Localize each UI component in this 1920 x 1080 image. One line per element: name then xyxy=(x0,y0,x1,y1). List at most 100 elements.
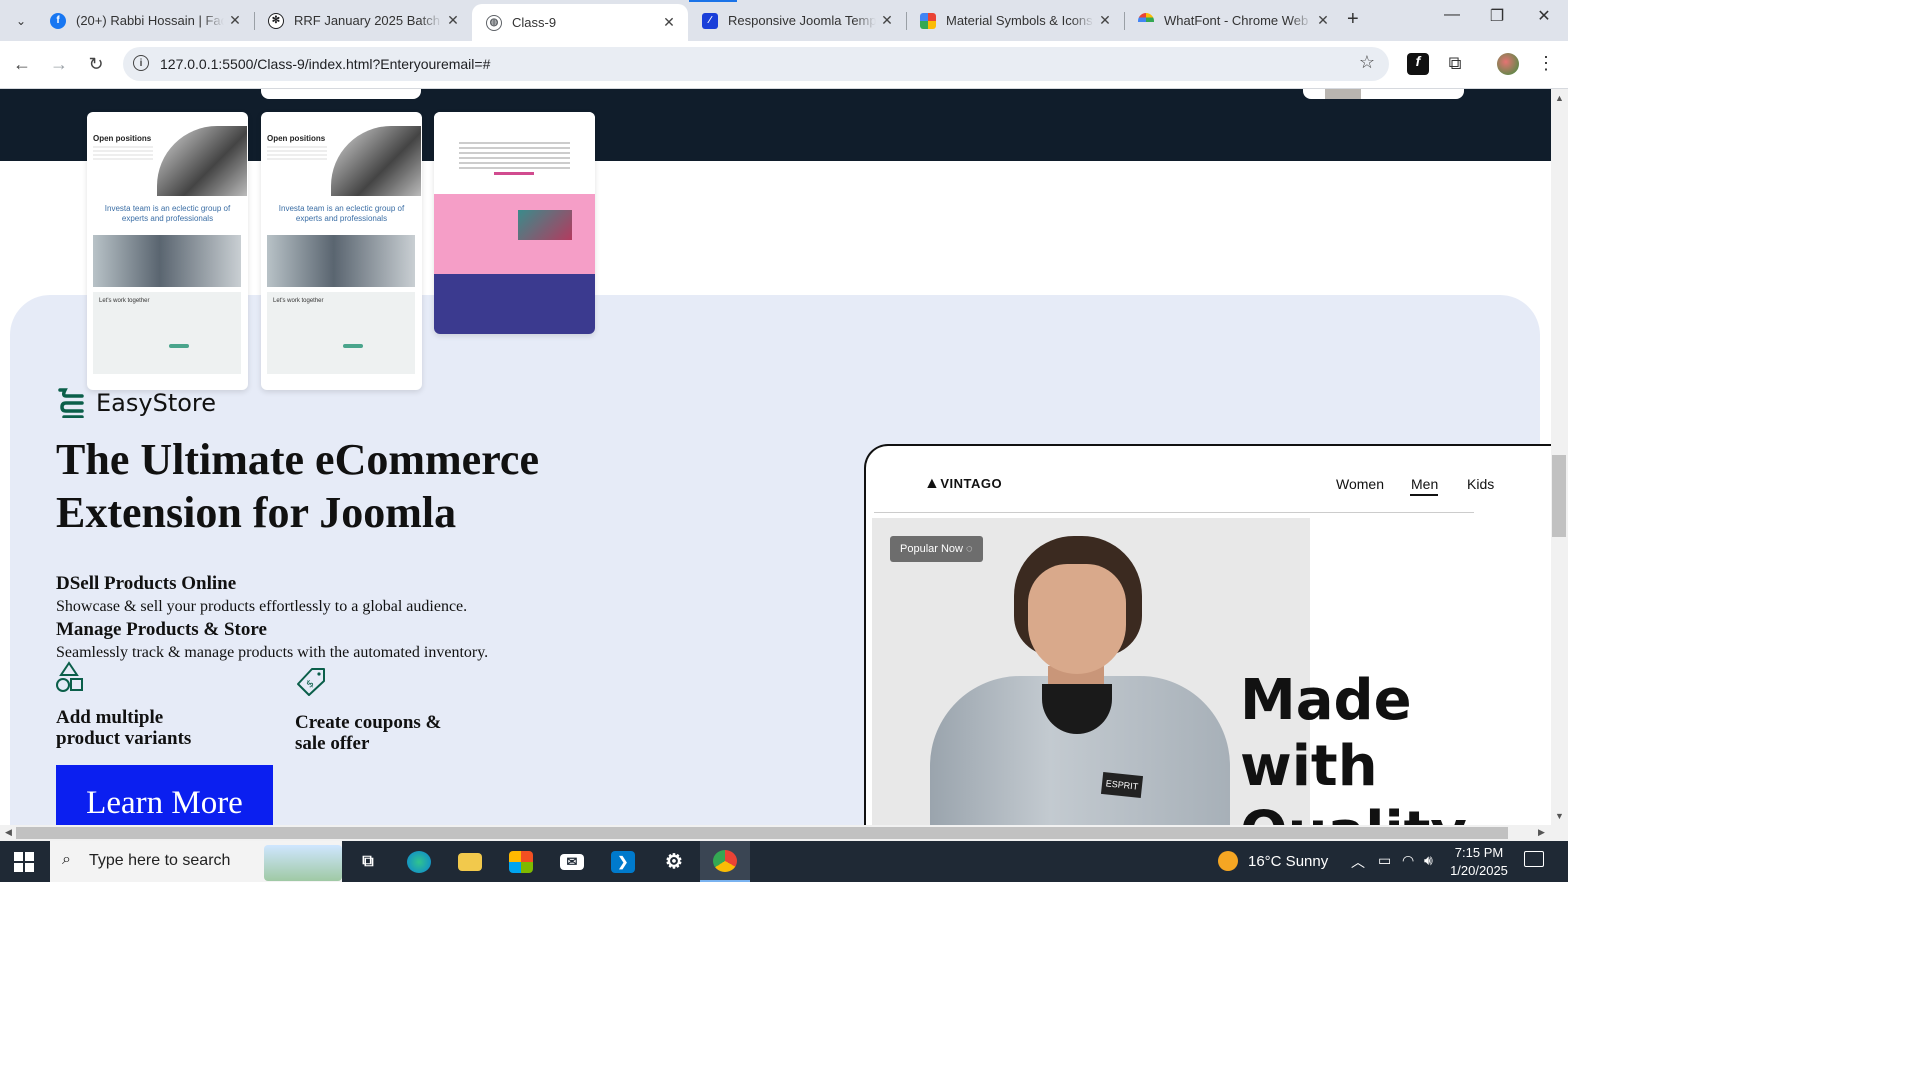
scroll-right-icon[interactable]: ▶ xyxy=(1538,827,1545,838)
scroll-down-icon[interactable]: ▼ xyxy=(1551,811,1568,821)
scrollbar-thumb[interactable] xyxy=(16,827,1508,839)
feature-description: Seamlessly track & manage products with … xyxy=(56,644,489,661)
forward-button[interactable]: → xyxy=(46,51,72,77)
tab-facebook[interactable]: f (20+) Rabbi Hossain | Facebook ✕ xyxy=(36,4,254,37)
template-thumbnail-pink[interactable] xyxy=(434,112,595,334)
scroll-left-icon[interactable]: ◀ xyxy=(5,827,12,838)
clock-time: 7:15 PM xyxy=(1454,845,1504,860)
close-icon[interactable]: ✕ xyxy=(1094,12,1116,29)
page-title: The Ultimate eCommerce Extension for Joo… xyxy=(56,435,539,537)
reload-icon: ↻ xyxy=(88,54,104,74)
scroll-up-icon[interactable]: ▲ xyxy=(1551,93,1568,103)
template-card-peek xyxy=(1303,89,1464,99)
tag-icon: $ xyxy=(297,668,325,696)
shapes-icon xyxy=(56,661,83,692)
tab-search-button[interactable]: ⌄ xyxy=(8,8,34,34)
restore-button[interactable]: ❐ xyxy=(1482,6,1512,26)
rainbow-icon xyxy=(1138,13,1154,22)
close-icon[interactable]: ✕ xyxy=(224,12,246,29)
more-menu-icon[interactable]: ⋮ xyxy=(1535,53,1557,75)
chevron-down-icon: ⌄ xyxy=(15,14,27,28)
vertical-scrollbar[interactable]: ▲ ▼ xyxy=(1551,89,1568,825)
tab-strip: ⌄ f (20+) Rabbi Hossain | Facebook ✕ ✻ R… xyxy=(0,0,1568,41)
file-explorer-icon[interactable] xyxy=(445,841,495,882)
jacket-badge: ESPRIT xyxy=(1100,771,1144,799)
taskbar-search-input[interactable]: ⌕ Type here to search xyxy=(50,841,342,882)
microsoft-store-icon[interactable] xyxy=(496,841,546,882)
sun-icon xyxy=(1218,851,1238,871)
close-window-button[interactable]: ✕ xyxy=(1529,6,1559,26)
chevron-up-icon[interactable]: ︿ xyxy=(1351,852,1365,872)
notification-icon[interactable] xyxy=(1524,851,1544,867)
close-icon[interactable]: ✕ xyxy=(1312,12,1334,29)
close-icon[interactable]: ✕ xyxy=(442,12,464,29)
arrow-left-icon: ← xyxy=(13,54,31,74)
tab-rrf-class[interactable]: ✻ RRF January 2025 Batch Class ✕ xyxy=(254,4,472,37)
tab-title: (20+) Rabbi Hossain | Facebook xyxy=(76,13,224,28)
search-placeholder: Type here to search xyxy=(89,852,231,869)
reload-button[interactable]: ↻ xyxy=(83,51,109,77)
weather-widget[interactable]: 16°C Sunny xyxy=(1218,851,1328,871)
mockup-nav-men: Men xyxy=(1411,476,1439,492)
tab-title: Class-9 xyxy=(512,15,557,30)
address-bar[interactable]: i 127.0.0.1:5500/Class-9/index.html?Ente… xyxy=(123,47,1389,81)
info-icon[interactable]: i xyxy=(133,55,149,71)
template-thumbnail-investa[interactable]: Open positions Investa team is an eclect… xyxy=(87,112,248,390)
task-view-icon[interactable]: ⧉ xyxy=(343,841,393,882)
tab-class-9[interactable]: ◍ Class-9 ✕ xyxy=(472,4,688,41)
template-card-peek xyxy=(261,89,421,99)
mail-icon[interactable]: ✉ xyxy=(547,841,597,882)
windows-taskbar: ⌕ Type here to search ⧉ ✉ ❯ ⚙ 16°C Sunny… xyxy=(0,841,1568,882)
mockup-nav-women: Women xyxy=(1336,476,1384,492)
whatfont-extension-icon[interactable]: f xyxy=(1407,53,1429,75)
horizontal-scrollbar[interactable]: ◀ ▶ xyxy=(0,825,1551,841)
easystore-logo: EasyStore xyxy=(56,388,216,418)
thumbnail-text: Investa team is an eclectic group of exp… xyxy=(278,204,405,223)
clock-date: 1/20/2025 xyxy=(1450,863,1508,878)
new-tab-button[interactable]: + xyxy=(1347,8,1359,31)
tab-material-symbols[interactable]: Material Symbols & Icons - Google Fonts … xyxy=(906,4,1124,37)
feature-description: Showcase & sell your products effortless… xyxy=(56,598,468,615)
feature-variants: Add multiple product variants xyxy=(56,707,192,749)
windows-start-icon[interactable] xyxy=(14,852,34,872)
vintago-logo: ▲VINTAGO xyxy=(924,475,1003,492)
bookmark-star-icon[interactable]: ☆ xyxy=(1359,52,1375,73)
popular-now-tag: Popular Now ◌ xyxy=(890,536,983,562)
url-text[interactable]: 127.0.0.1:5500/Class-9/index.html?Entery… xyxy=(160,56,490,72)
chrome-icon[interactable] xyxy=(700,841,750,882)
minimize-button[interactable]: — xyxy=(1437,6,1467,24)
edge-icon[interactable] xyxy=(394,841,444,882)
minimize-icon: — xyxy=(1444,6,1460,23)
avatar[interactable] xyxy=(1497,53,1519,75)
brand-name: EasyStore xyxy=(96,389,217,417)
wifi-icon[interactable]: ◠ xyxy=(1402,852,1414,869)
extensions-puzzle-icon[interactable]: ⧉ xyxy=(1444,53,1466,75)
tab-title: Material Symbols & Icons - Google Fonts xyxy=(946,13,1094,28)
close-icon[interactable]: ✕ xyxy=(658,14,680,31)
google-fonts-icon xyxy=(920,12,936,29)
facebook-icon: f xyxy=(50,12,66,29)
template-thumbnail-investa[interactable]: Open positions Investa team is an eclect… xyxy=(261,112,422,390)
close-icon: ✕ xyxy=(1537,8,1551,25)
feature-title: DSell Products Online xyxy=(56,573,237,594)
tab-title: WhatFont - Chrome Web Store xyxy=(1164,13,1312,28)
battery-icon[interactable]: ▭ xyxy=(1378,852,1391,869)
tab-joomla-templates[interactable]: ∕ Responsive Joomla Templates ✕ xyxy=(688,4,906,37)
back-button[interactable]: ← xyxy=(9,51,35,77)
store-mockup-image: ▲VINTAGO Women Men Kids ESPRIT Popular N… xyxy=(864,444,1551,825)
close-icon[interactable]: ✕ xyxy=(876,12,898,29)
learn-more-button[interactable]: Learn More xyxy=(56,765,273,825)
settings-gear-icon[interactable]: ⚙ xyxy=(649,841,699,882)
feature-coupons: Create coupons & sale offer xyxy=(295,712,442,754)
thumbnail-text: Investa team is an eclectic group of exp… xyxy=(104,204,231,223)
scrollbar-thumb[interactable] xyxy=(1552,455,1566,537)
vscode-icon[interactable]: ❯ xyxy=(598,841,648,882)
system-clock[interactable]: 7:15 PM 1/20/2025 xyxy=(1448,844,1510,880)
tab-title: RRF January 2025 Batch Class xyxy=(294,13,442,28)
search-highlight-image xyxy=(264,845,342,881)
tab-whatfont[interactable]: WhatFont - Chrome Web Store ✕ xyxy=(1124,4,1342,37)
weather-text: 16°C Sunny xyxy=(1248,852,1329,870)
tab-title: Responsive Joomla Templates xyxy=(728,13,876,28)
volume-icon[interactable]: 🔊︎ xyxy=(1424,852,1433,869)
easystore-cart-icon xyxy=(58,388,84,418)
